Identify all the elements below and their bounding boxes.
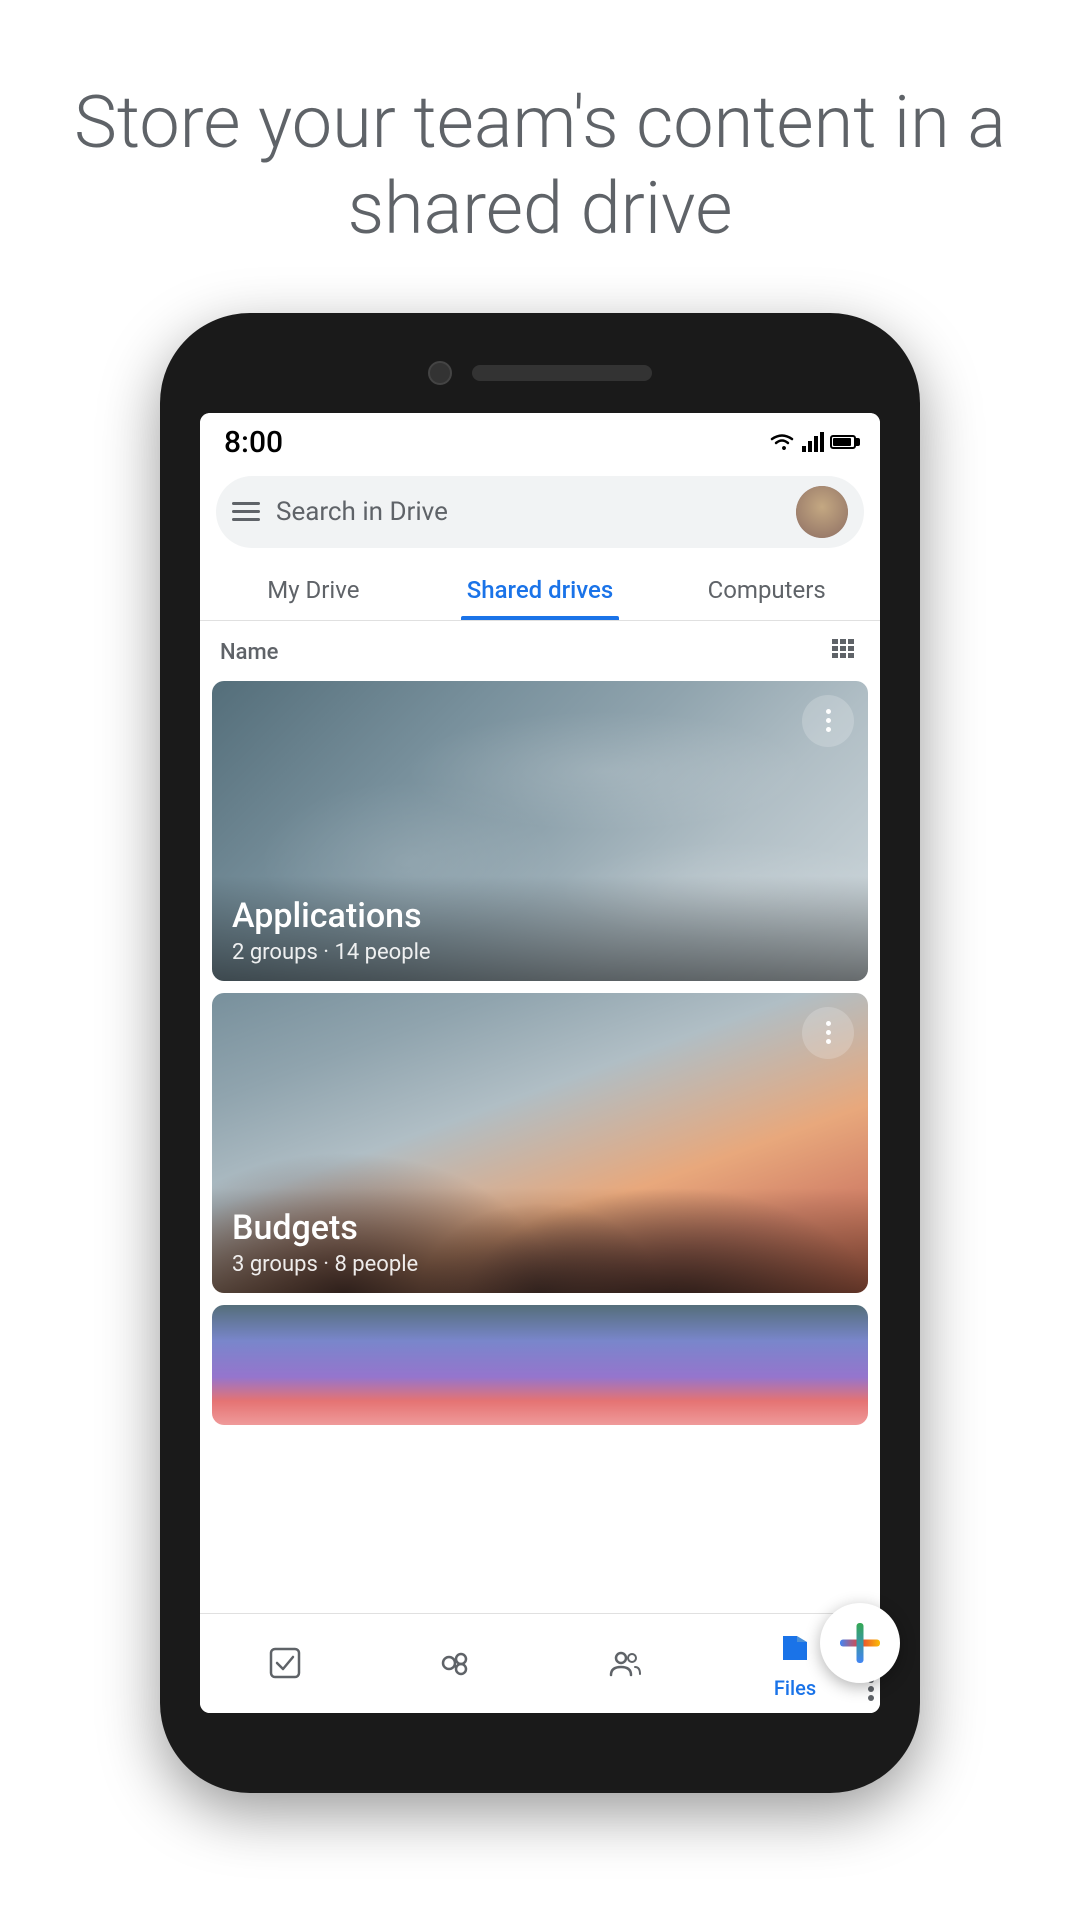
nav-item-people[interactable] (603, 1641, 647, 1685)
nav-item-priority[interactable] (263, 1641, 307, 1685)
plus-icon (840, 1623, 880, 1663)
phone-screen: 8:00 (200, 413, 880, 1713)
card-subtitle-budgets: 3 groups · 8 people (232, 1252, 848, 1277)
tab-computers[interactable]: Computers (653, 556, 880, 620)
phone-top (160, 313, 920, 413)
status-time: 8:00 (224, 425, 283, 460)
nav-item-files[interactable]: Files (773, 1626, 817, 1700)
files-nav-label: Files (774, 1676, 816, 1700)
phone-camera (428, 361, 452, 385)
list-view-toggle[interactable] (832, 639, 860, 667)
tabs-container: My Drive Shared drives Computers (200, 556, 880, 621)
drive-card-applications[interactable]: Applications 2 groups · 14 people (212, 681, 868, 981)
card-title-applications: Applications (232, 896, 848, 936)
nav-item-shared[interactable] (433, 1641, 477, 1685)
signal-icon (802, 432, 824, 452)
people-icon (603, 1641, 647, 1685)
sort-by-name[interactable]: Name (220, 640, 278, 665)
card-menu-button-applications[interactable] (802, 695, 854, 747)
three-dots-icon (826, 1021, 831, 1044)
phone-frame: 8:00 (160, 313, 920, 1793)
card-title-budgets: Budgets (232, 1208, 848, 1248)
drive-card-budgets[interactable]: Budgets 3 groups · 8 people (212, 993, 868, 1293)
status-bar: 8:00 (200, 413, 880, 468)
status-icons (768, 432, 856, 452)
bottom-nav: Files (200, 1613, 880, 1713)
card-overlay-budgets: Budgets 3 groups · 8 people (212, 1188, 868, 1293)
files-icon (773, 1626, 817, 1670)
card-bg-third (212, 1305, 868, 1425)
battery-icon (830, 435, 856, 449)
drive-items: Applications 2 groups · 14 people Budget… (200, 681, 880, 1613)
shared-icon (433, 1641, 477, 1685)
drive-card-third[interactable] (212, 1305, 868, 1425)
card-menu-button-budgets[interactable] (802, 1007, 854, 1059)
card-subtitle-applications: 2 groups · 14 people (232, 940, 848, 965)
checkbox-icon (263, 1641, 307, 1685)
avatar[interactable] (796, 486, 848, 538)
three-dots-icon (826, 709, 831, 732)
phone-speaker (472, 365, 652, 381)
page-header: Store your team's content in a shared dr… (0, 0, 1080, 313)
tab-shared-drives[interactable]: Shared drives (427, 556, 654, 620)
card-overlay-applications: Applications 2 groups · 14 people (212, 876, 868, 981)
wifi-icon (768, 432, 796, 452)
search-bar[interactable]: Search in Drive (216, 476, 864, 548)
hamburger-menu-icon[interactable] (232, 502, 260, 521)
grid-view-icon (832, 639, 860, 663)
list-header: Name (200, 621, 880, 681)
search-input[interactable]: Search in Drive (276, 497, 780, 527)
tab-my-drive[interactable]: My Drive (200, 556, 427, 620)
